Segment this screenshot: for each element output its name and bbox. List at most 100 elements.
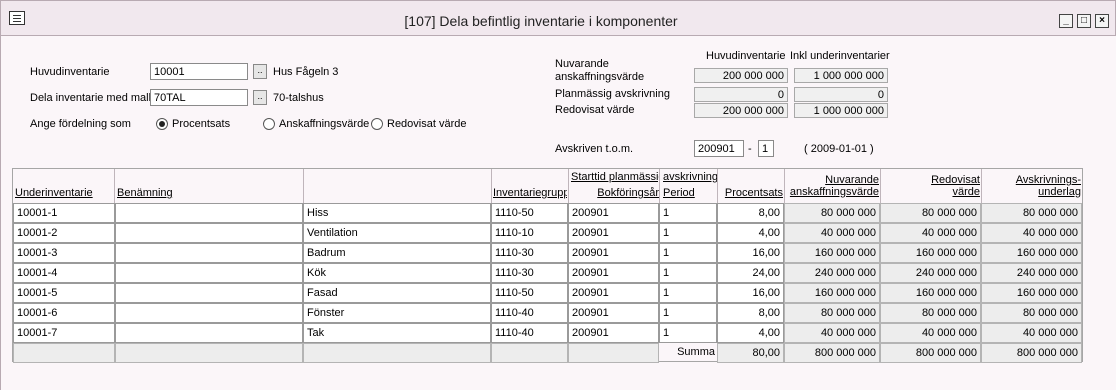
cell-period[interactable]: 1	[659, 303, 717, 323]
cell-procentsats[interactable]: 16,00	[717, 243, 784, 263]
avskriven-sub-input[interactable]: 1	[758, 140, 774, 157]
cell-benamning[interactable]	[115, 243, 303, 263]
huvudinventarie-lookup-button[interactable]: ..	[253, 64, 267, 79]
cell-procentsats[interactable]: 8,00	[717, 203, 784, 223]
cell-nuvarande: 80 000 000	[784, 203, 880, 223]
cell-description[interactable]: Fasad	[303, 283, 491, 303]
mall-lookup-button[interactable]: ..	[253, 90, 267, 105]
table-row[interactable]: 10001-2 Ventilation 1110-10 200901 1 4,0…	[13, 223, 1082, 243]
radio-redovisat-label: Redovisat värde	[387, 118, 467, 130]
cell-underinventarie[interactable]: 10001-6	[13, 303, 115, 323]
cell-bokforingsar[interactable]: 200901	[568, 263, 659, 283]
radio-redovisat[interactable]	[371, 118, 383, 130]
close-button[interactable]: ×	[1095, 14, 1109, 28]
cell-bokforingsar[interactable]: 200901	[568, 303, 659, 323]
cell-inventariegrupp[interactable]: 1110-10	[491, 223, 568, 243]
cell-underinventarie[interactable]: 10001-2	[13, 223, 115, 243]
cell-underinventarie[interactable]: 10001-7	[13, 323, 115, 343]
cell-inventariegrupp[interactable]: 1110-30	[491, 263, 568, 283]
cell-bokforingsar[interactable]: 200901	[568, 223, 659, 243]
summary-redovisat-huvud: 200 000 000	[694, 103, 788, 118]
summary-nuvarande-huvud: 200 000 000	[694, 68, 788, 83]
cell-benamning[interactable]	[115, 203, 303, 223]
table-row[interactable]: 10001-6 Fönster 1110-40 200901 1 8,00 80…	[13, 303, 1082, 323]
cell-period[interactable]: 1	[659, 223, 717, 243]
cell-period[interactable]: 1	[659, 203, 717, 223]
cell-redovisat: 160 000 000	[880, 283, 981, 303]
cell-bokforingsar[interactable]: 200901	[568, 323, 659, 343]
header-inventariegrupp[interactable]: Inventariegrupp	[493, 187, 567, 200]
cell-bokforingsar[interactable]: 200901	[568, 283, 659, 303]
table-row[interactable]: 10001-4 Kök 1110-30 200901 1 24,00 240 0…	[13, 263, 1082, 283]
cell-redovisat: 240 000 000	[880, 263, 981, 283]
header-underlag[interactable]: underlag	[983, 186, 1081, 199]
summa-procentsats: 80,00	[717, 343, 784, 363]
header-procentsats[interactable]: Procentsats	[719, 187, 783, 200]
header-starttid[interactable]: Starttid planmässig	[571, 171, 659, 184]
cell-inventariegrupp[interactable]: 1110-40	[491, 303, 568, 323]
cell-underinventarie[interactable]: 10001-1	[13, 203, 115, 223]
cell-period[interactable]: 1	[659, 243, 717, 263]
cell-procentsats[interactable]: 8,00	[717, 303, 784, 323]
table-row[interactable]: 10001-7 Tak 1110-40 200901 1 4,00 40 000…	[13, 323, 1082, 343]
cell-underinventarie[interactable]: 10001-3	[13, 243, 115, 263]
cell-description[interactable]: Badrum	[303, 243, 491, 263]
header-avskrivning[interactable]: avskrivning	[663, 171, 717, 184]
cell-bokforingsar[interactable]: 200901	[568, 243, 659, 263]
header-anskaffningsvarde[interactable]: anskaffningsvärde	[786, 186, 879, 199]
cell-redovisat: 160 000 000	[880, 243, 981, 263]
summa-nuvarande: 800 000 000	[784, 343, 880, 363]
cell-description[interactable]: Fönster	[303, 303, 491, 323]
cell-bokforingsar[interactable]: 200901	[568, 203, 659, 223]
radio-anskaffningsvarde[interactable]	[263, 118, 275, 130]
components-table: Underinventarie Benämning Inventariegrup…	[12, 168, 1083, 363]
cell-inventariegrupp[interactable]: 1110-50	[491, 203, 568, 223]
cell-period[interactable]: 1	[659, 263, 717, 283]
cell-benamning[interactable]	[115, 263, 303, 283]
cell-inventariegrupp[interactable]: 1110-50	[491, 283, 568, 303]
maximize-button[interactable]: □	[1077, 14, 1091, 28]
cell-benamning[interactable]	[115, 303, 303, 323]
summary-nuvarande-inkl: 1 000 000 000	[794, 68, 888, 83]
cell-underinventarie[interactable]: 10001-5	[13, 283, 115, 303]
cell-benamning[interactable]	[115, 283, 303, 303]
cell-benamning[interactable]	[115, 323, 303, 343]
summary-label-planmassig: Planmässig avskrivning	[555, 88, 670, 100]
summary-redovisat-inkl: 1 000 000 000	[794, 103, 888, 118]
mall-input[interactable]: 70TAL	[150, 89, 248, 106]
avskriven-period-input[interactable]: 200901	[694, 140, 744, 157]
cell-description[interactable]: Ventilation	[303, 223, 491, 243]
cell-description[interactable]: Tak	[303, 323, 491, 343]
header-period[interactable]: Period	[663, 187, 715, 200]
table-row[interactable]: 10001-5 Fasad 1110-50 200901 1 16,00 160…	[13, 283, 1082, 303]
cell-description[interactable]: Hiss	[303, 203, 491, 223]
cell-description[interactable]: Kök	[303, 263, 491, 283]
header-bokforingsar[interactable]: Bokföringsår	[571, 187, 659, 200]
table-row[interactable]: 10001-3 Badrum 1110-30 200901 1 16,00 16…	[13, 243, 1082, 263]
minimize-button[interactable]: _	[1059, 14, 1073, 28]
summa-row: Summa 80,00 800 000 000 800 000 000 800 …	[13, 343, 1082, 363]
huvudinventarie-input[interactable]: 10001	[150, 63, 248, 80]
summary-planmassig-inkl: 0	[794, 87, 888, 102]
cell-inventariegrupp[interactable]: 1110-40	[491, 323, 568, 343]
cell-period[interactable]: 1	[659, 283, 717, 303]
cell-redovisat: 80 000 000	[880, 303, 981, 323]
cell-period[interactable]: 1	[659, 323, 717, 343]
header-underinventarie[interactable]: Underinventarie	[15, 187, 113, 200]
fordelning-label: Ange fördelning som	[30, 118, 131, 130]
cell-procentsats[interactable]: 4,00	[717, 323, 784, 343]
cell-underinventarie[interactable]: 10001-4	[13, 263, 115, 283]
avskriven-dash: -	[748, 143, 752, 155]
summary-planmassig-huvud: 0	[694, 87, 788, 102]
radio-procentsats[interactable]	[156, 118, 168, 130]
header-benamning[interactable]: Benämning	[117, 187, 297, 200]
cell-benamning[interactable]	[115, 223, 303, 243]
window-title: [107] Dela befintlig inventarie i kompon…	[404, 13, 678, 29]
cell-redovisat: 80 000 000	[880, 203, 981, 223]
cell-procentsats[interactable]: 24,00	[717, 263, 784, 283]
cell-inventariegrupp[interactable]: 1110-30	[491, 243, 568, 263]
cell-procentsats[interactable]: 4,00	[717, 223, 784, 243]
header-varde[interactable]: värde	[882, 186, 980, 199]
table-row[interactable]: 10001-1 Hiss 1110-50 200901 1 8,00 80 00…	[13, 203, 1082, 223]
cell-procentsats[interactable]: 16,00	[717, 283, 784, 303]
